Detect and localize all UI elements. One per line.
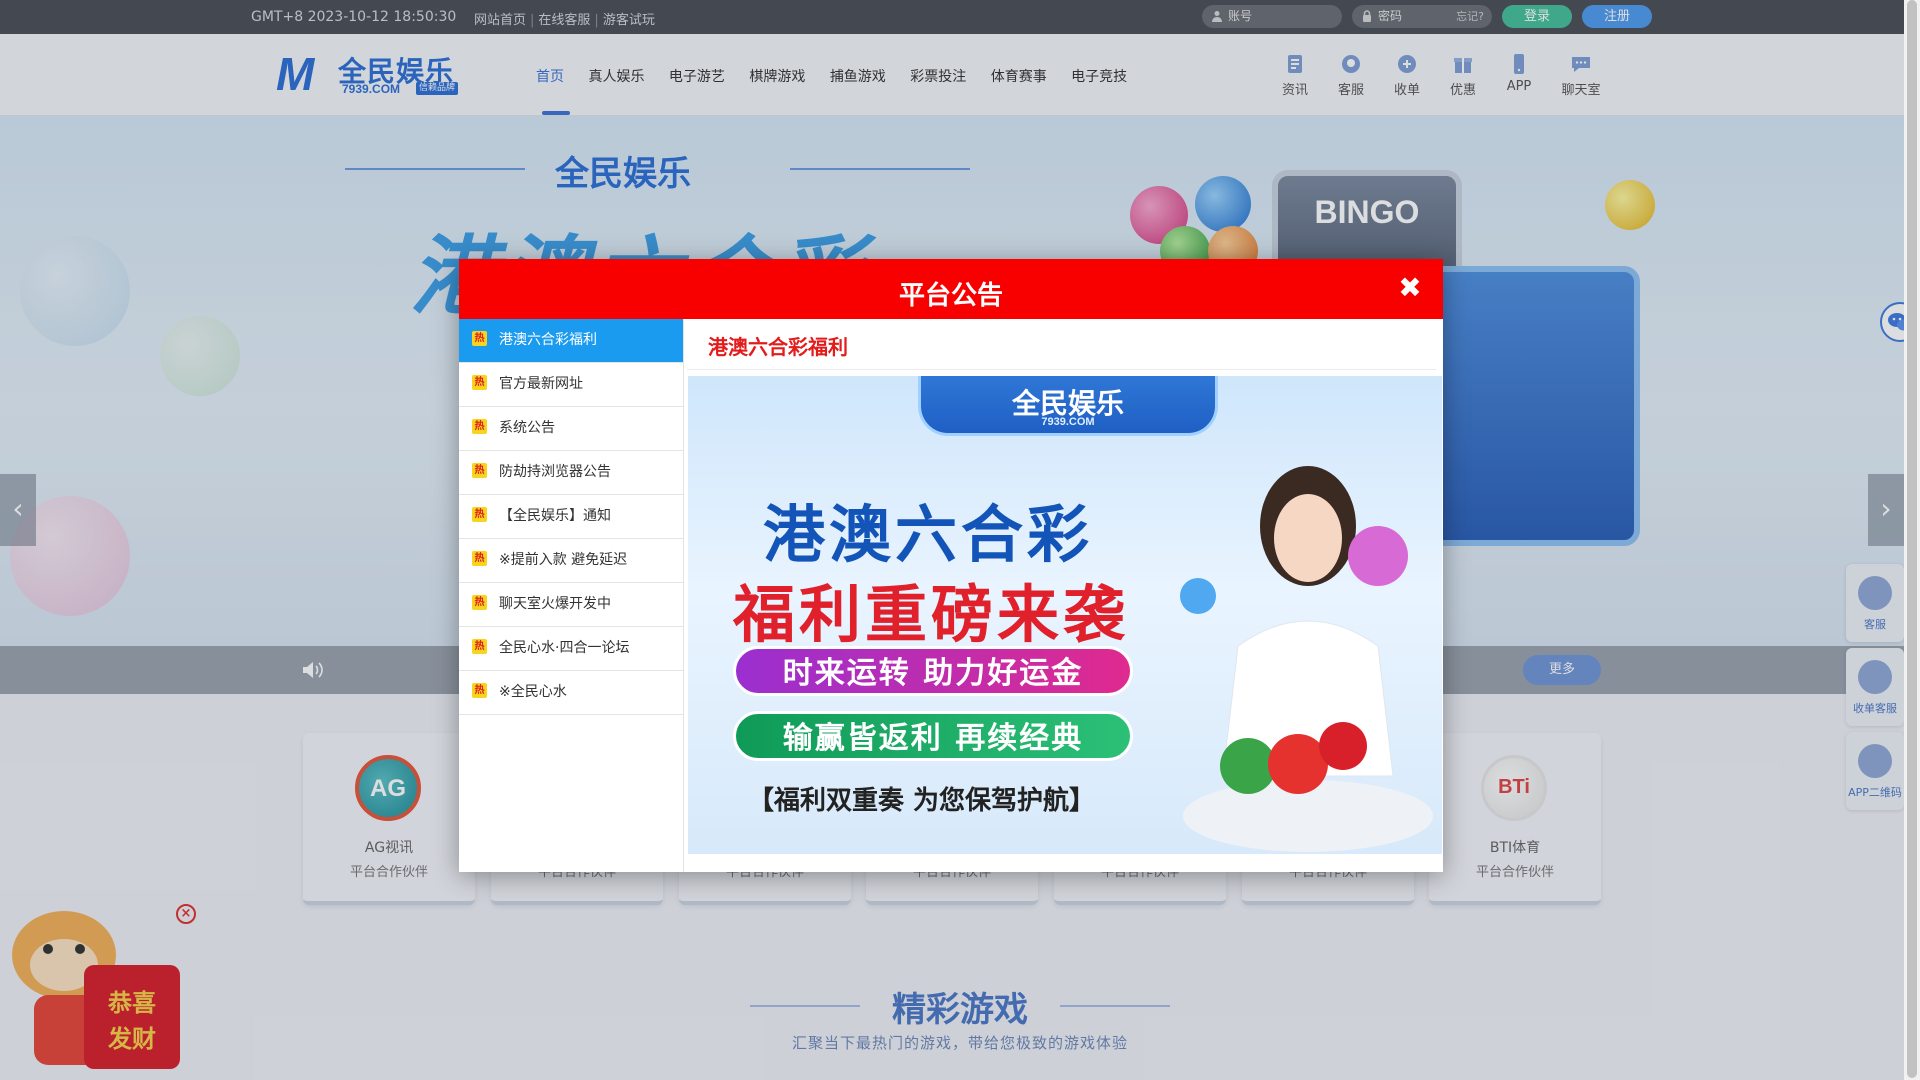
announcement-item[interactable]: 热港澳六合彩福利 xyxy=(459,319,683,363)
modal-title: 平台公告 xyxy=(898,281,1003,311)
hot-badge: 热 xyxy=(472,639,487,654)
announcement-item[interactable]: 热【全民娱乐】通知 xyxy=(459,495,683,539)
hot-badge: 热 xyxy=(472,331,487,346)
announcement-item[interactable]: 热 ※提前入款 避免延迟 xyxy=(459,539,683,583)
modal-header: 平台公告 ✖ xyxy=(459,259,1443,319)
announcement-list: 热港澳六合彩福利 热官方最新网址 热系统公告 热防劫持浏览器公告 热【全民娱乐】… xyxy=(459,319,684,872)
announcement-item[interactable]: 热官方最新网址 xyxy=(459,363,683,407)
announcement-label: ※全民心水 xyxy=(499,684,567,700)
announcement-label: 官方最新网址 xyxy=(499,376,583,392)
announcement-content-title: 港澳六合彩福利 xyxy=(708,335,848,359)
hot-badge: 热 xyxy=(472,463,487,478)
promo-logo-domain: 7939.COM xyxy=(1041,416,1095,428)
announcement-modal: 平台公告 ✖ 热港澳六合彩福利 热官方最新网址 热系统公告 热防劫持浏览器公告 … xyxy=(459,259,1443,872)
promo-headline: 港澳六合彩 xyxy=(763,498,1094,571)
promo-model-illustration xyxy=(1180,466,1433,852)
announcement-label: 港澳六合彩福利 xyxy=(499,332,597,348)
announcement-item[interactable]: 热聊天室火爆开发中 xyxy=(459,583,683,627)
announcement-item[interactable]: 热防劫持浏览器公告 xyxy=(459,451,683,495)
announcement-label: 防劫持浏览器公告 xyxy=(499,464,611,480)
scrollbar-thumb[interactable] xyxy=(1907,0,1917,1078)
content-divider xyxy=(687,369,1436,370)
announcement-label: ※提前入款 避免延迟 xyxy=(499,552,628,568)
hot-badge: 热 xyxy=(472,551,487,566)
announcement-item[interactable]: 热系统公告 xyxy=(459,407,683,451)
announcement-item[interactable]: 热全民心水·四合一论坛 xyxy=(459,627,683,671)
promo-pill-green: 输赢皆返利 再续经典 xyxy=(733,711,1133,761)
promo-footer-text: 【福利双重奏 为您保驾护航】 xyxy=(748,786,1096,816)
promo-pill-magenta: 时来运转 助力好运金 xyxy=(733,646,1133,696)
hot-badge: 热 xyxy=(472,595,487,610)
announcement-item[interactable]: 热 ※全民心水 xyxy=(459,671,683,715)
hot-badge: 热 xyxy=(472,419,487,434)
announcement-label: 【全民娱乐】通知 xyxy=(499,508,611,524)
modal-close-button[interactable]: ✖ xyxy=(1395,273,1425,303)
announcement-label: 系统公告 xyxy=(499,420,555,436)
announcement-label: 全民心水·四合一论坛 xyxy=(499,640,630,656)
hot-badge: 热 xyxy=(472,375,487,390)
promo-subheadline: 福利重磅来袭 xyxy=(733,578,1130,651)
hot-badge: 热 xyxy=(472,507,487,522)
announcement-label: 聊天室火爆开发中 xyxy=(499,596,611,612)
page-scrollbar[interactable] xyxy=(1904,0,1920,1080)
hot-badge: 热 xyxy=(472,683,487,698)
promo-logo-box: 全民娱乐 7939.COM xyxy=(918,376,1218,436)
promo-banner-image: 全民娱乐 7939.COM 港澳六合彩 福利重磅来袭 时来运转 助力好运金 输赢… xyxy=(688,376,1442,854)
